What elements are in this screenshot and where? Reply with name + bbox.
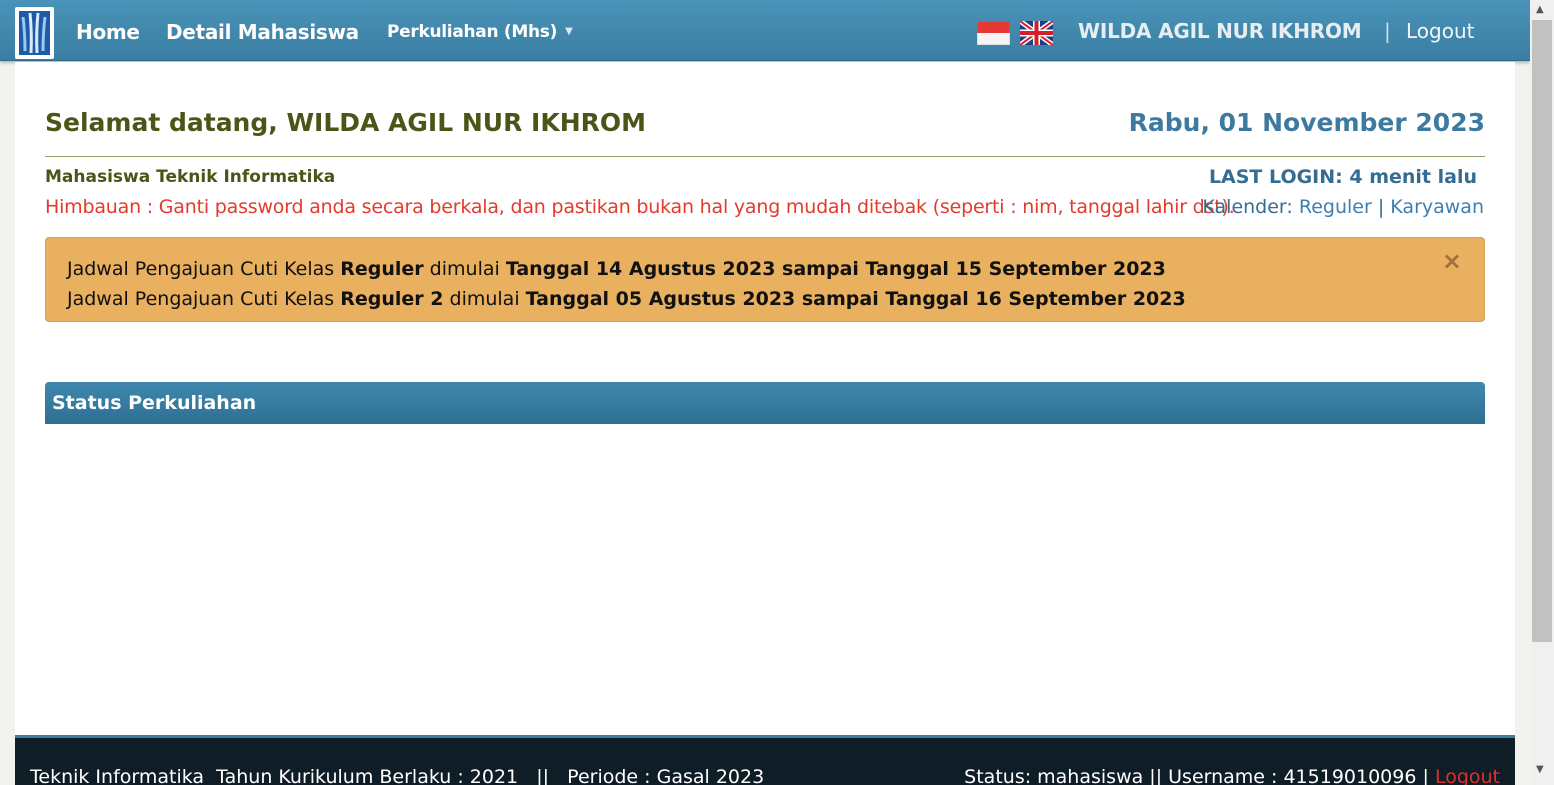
alert-line-1: Jadwal Pengajuan Cuti Kelas Reguler dimu…	[67, 254, 1484, 284]
alert-date-range: Tanggal 05 Agustus 2023 sampai Tanggal 1…	[525, 288, 1186, 310]
alert-text: Jadwal Pengajuan Cuti Kelas	[67, 258, 341, 280]
university-logo-icon[interactable]	[15, 7, 54, 59]
calendar-karyawan-link[interactable]: Karyawan	[1390, 196, 1484, 218]
nav-home-link[interactable]: Home	[76, 20, 140, 44]
program-label: Mahasiswa Teknik Informatika	[45, 167, 336, 187]
alert-line-2: Jadwal Pengajuan Cuti Kelas Reguler 2 di…	[67, 284, 1484, 314]
nav-user-name[interactable]: WILDA AGIL NUR IKHROM	[1078, 19, 1362, 43]
footer-info: Teknik Informatika Tahun Kurikulum Berla…	[30, 766, 765, 785]
nav-perkuliahan-dropdown[interactable]: Perkuliahan (Mhs) ▼	[387, 22, 573, 42]
vertical-scrollbar[interactable]: ▲ ▼	[1530, 0, 1554, 785]
nav-separator: |	[1384, 19, 1391, 43]
nav-logout-link[interactable]: Logout	[1406, 19, 1474, 43]
calendar-links: Kalender: Reguler | Karyawan	[1202, 196, 1484, 218]
page-footer: Teknik Informatika Tahun Kurikulum Berla…	[15, 735, 1515, 785]
close-icon[interactable]: ×	[1442, 246, 1462, 276]
caret-down-icon: ▼	[565, 26, 573, 37]
top-navbar: Home Detail Mahasiswa Perkuliahan (Mhs) ▼…	[0, 0, 1530, 61]
password-warning: Himbauan : Ganti password anda secara be…	[45, 196, 1235, 218]
main-content: Selamat datang, WILDA AGIL NUR IKHROM Ra…	[15, 62, 1515, 735]
status-perkuliahan-panel-header: Status Perkuliahan	[45, 382, 1485, 424]
alert-text: dimulai	[423, 258, 506, 280]
footer-status: Status: mahasiswa || Username : 41519010…	[964, 766, 1500, 785]
calendar-label: Kalender:	[1202, 196, 1293, 218]
welcome-title: Selamat datang, WILDA AGIL NUR IKHROM	[45, 108, 647, 137]
scroll-up-arrow-icon[interactable]: ▲	[1536, 4, 1544, 15]
leave-schedule-alert: Jadwal Pengajuan Cuti Kelas Reguler dimu…	[45, 237, 1485, 322]
divider	[45, 156, 1485, 157]
flag-indonesia-icon[interactable]	[976, 20, 1011, 46]
calendar-reguler-link[interactable]: Reguler	[1299, 196, 1372, 218]
flag-uk-icon[interactable]	[1018, 18, 1055, 48]
calendar-separator: |	[1377, 196, 1385, 218]
alert-date-range: Tanggal 14 Agustus 2023 sampai Tanggal 1…	[505, 258, 1166, 280]
footer-username: Status: mahasiswa || Username : 41519010…	[964, 766, 1435, 785]
alert-text: dimulai	[443, 288, 526, 310]
scroll-down-arrow-icon[interactable]: ▼	[1536, 764, 1544, 775]
alert-class-name: Reguler	[340, 258, 424, 280]
footer-logout-link[interactable]: Logout	[1435, 766, 1500, 785]
last-login: LAST LOGIN: 4 menit lalu	[1208, 166, 1477, 188]
nav-detail-mahasiswa-link[interactable]: Detail Mahasiswa	[166, 20, 359, 44]
nav-dropdown-label: Perkuliahan (Mhs)	[387, 22, 558, 42]
alert-text: Jadwal Pengajuan Cuti Kelas	[67, 288, 341, 310]
alert-class-name: Reguler 2	[340, 288, 444, 310]
current-date: Rabu, 01 November 2023	[1128, 108, 1485, 137]
scroll-thumb[interactable]	[1532, 20, 1552, 642]
